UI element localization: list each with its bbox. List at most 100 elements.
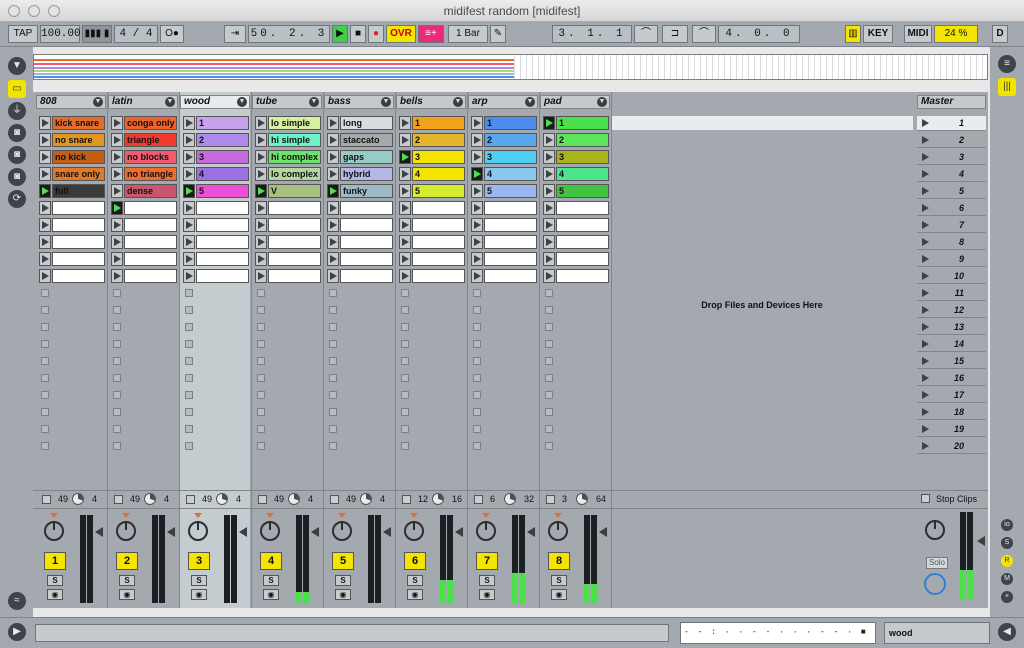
clip-stop-button[interactable] bbox=[401, 289, 409, 297]
pan-knob[interactable] bbox=[116, 521, 136, 541]
loop-switch-icon[interactable]: ⊐ bbox=[662, 25, 688, 43]
clip[interactable]: 5 bbox=[412, 184, 465, 198]
clip-stop-button[interactable] bbox=[185, 408, 193, 416]
track-activator-checkbox[interactable] bbox=[402, 495, 411, 504]
crossfader-toggle-icon[interactable]: × bbox=[1001, 591, 1013, 603]
clip-slot[interactable]: 1 bbox=[183, 116, 249, 130]
empty-clip-slot[interactable] bbox=[196, 235, 249, 249]
empty-clip-slot[interactable] bbox=[484, 269, 537, 283]
empty-clip-slot[interactable] bbox=[340, 269, 393, 283]
clip-slot[interactable] bbox=[543, 269, 609, 283]
clip-launch-button[interactable] bbox=[471, 150, 483, 164]
clip-stop-button[interactable] bbox=[473, 340, 481, 348]
clip-stop-button[interactable] bbox=[257, 340, 265, 348]
solo-button[interactable]: S bbox=[479, 575, 495, 586]
clip[interactable]: full bbox=[52, 184, 105, 198]
empty-clip-slot[interactable] bbox=[412, 269, 465, 283]
clip[interactable]: dense bbox=[124, 184, 177, 198]
volume-fader[interactable] bbox=[599, 527, 607, 537]
send-value[interactable]: 49 bbox=[346, 494, 356, 504]
clip-stop-button[interactable] bbox=[545, 306, 553, 314]
master-solo-button[interactable]: Solo bbox=[926, 557, 948, 569]
clip-stop-button[interactable] bbox=[257, 425, 265, 433]
track-activator-button[interactable]: 2 bbox=[116, 552, 138, 570]
clip-slot[interactable] bbox=[39, 252, 105, 266]
track-menu-chevron-icon[interactable]: ▼ bbox=[165, 97, 175, 107]
sends-toggle-icon[interactable]: S bbox=[1001, 537, 1013, 549]
clip[interactable]: 1 bbox=[484, 116, 537, 130]
stop-button[interactable]: ■ bbox=[350, 25, 366, 43]
clip-launch-button[interactable] bbox=[327, 201, 339, 215]
clip-stop-button[interactable] bbox=[41, 442, 49, 450]
clip[interactable]: kick snare bbox=[52, 116, 105, 130]
send-knob[interactable] bbox=[72, 493, 84, 505]
user-folder-icon[interactable]: ◙ bbox=[8, 168, 26, 186]
clip-launch-button[interactable] bbox=[183, 150, 195, 164]
track-title[interactable]: pad ▼ bbox=[540, 95, 610, 109]
clip-launch-button[interactable] bbox=[255, 235, 267, 249]
clip[interactable]: 4 bbox=[556, 167, 609, 181]
track-title[interactable]: tube ▼ bbox=[252, 95, 322, 109]
clip-slot[interactable]: 5 bbox=[543, 184, 609, 198]
clip-slot[interactable]: staccato bbox=[327, 133, 393, 147]
clip-launch-button[interactable] bbox=[111, 252, 123, 266]
clip-slot[interactable] bbox=[39, 269, 105, 283]
clip-launch-button[interactable] bbox=[543, 235, 555, 249]
clip-slot[interactable]: lo simple bbox=[255, 116, 321, 130]
clip-slot[interactable]: kick snare bbox=[39, 116, 105, 130]
clip-stop-button[interactable] bbox=[257, 357, 265, 365]
clip-stop-button[interactable] bbox=[113, 357, 121, 365]
loop-length-field[interactable]: 4. 0. 0 bbox=[718, 25, 800, 43]
clip-slot[interactable]: no snare bbox=[39, 133, 105, 147]
clip-stop-button[interactable] bbox=[41, 289, 49, 297]
clip-stop-button[interactable] bbox=[185, 289, 193, 297]
clip-launch-button[interactable] bbox=[183, 252, 195, 266]
clip[interactable]: no triangle bbox=[124, 167, 177, 181]
clip-launch-button[interactable] bbox=[327, 235, 339, 249]
clip[interactable]: 2 bbox=[196, 133, 249, 147]
send-value[interactable]: 49 bbox=[58, 494, 68, 504]
track-activator-button[interactable]: 1 bbox=[44, 552, 66, 570]
clip-launch-button[interactable] bbox=[111, 235, 123, 249]
clip-stop-button[interactable] bbox=[329, 289, 337, 297]
empty-clip-slot[interactable] bbox=[268, 218, 321, 232]
empty-clip-slot[interactable] bbox=[556, 218, 609, 232]
volume-fader[interactable] bbox=[311, 527, 319, 537]
play-button[interactable]: ▶ bbox=[332, 25, 348, 43]
clip-launch-button[interactable] bbox=[39, 167, 51, 181]
track-menu-chevron-icon[interactable]: ▼ bbox=[453, 97, 463, 107]
empty-clip-slot[interactable] bbox=[340, 201, 393, 215]
clip-slot[interactable] bbox=[399, 252, 465, 266]
send-value[interactable]: 12 bbox=[418, 494, 428, 504]
clip-stop-button[interactable] bbox=[473, 374, 481, 382]
solo-button[interactable]: S bbox=[191, 575, 207, 586]
clip[interactable]: 5 bbox=[196, 184, 249, 198]
empty-clip-slot[interactable] bbox=[124, 201, 177, 215]
clip-launch-button[interactable] bbox=[399, 116, 411, 130]
empty-clip-slot[interactable] bbox=[196, 218, 249, 232]
clip-slot[interactable] bbox=[327, 269, 393, 283]
clip-stop-button[interactable] bbox=[401, 425, 409, 433]
clip-stop-button[interactable] bbox=[545, 408, 553, 416]
record-arm-icon[interactable]: ◉ bbox=[551, 589, 567, 600]
track-title[interactable]: arp ▼ bbox=[468, 95, 538, 109]
song-position-field[interactable]: 50. 2. 3 bbox=[248, 25, 330, 43]
library-icon[interactable]: ◙ bbox=[8, 146, 26, 164]
clip-slot[interactable] bbox=[111, 201, 177, 215]
track-activator-checkbox[interactable] bbox=[114, 495, 123, 504]
clip[interactable]: conga only bbox=[124, 116, 177, 130]
clip-launch-button[interactable] bbox=[183, 133, 195, 147]
track-activator-checkbox[interactable] bbox=[42, 495, 51, 504]
clip-stop-button[interactable] bbox=[545, 323, 553, 331]
arrangement-view-icon[interactable]: ≡ bbox=[998, 55, 1016, 73]
clip-stop-button[interactable] bbox=[545, 425, 553, 433]
pan-knob[interactable] bbox=[44, 521, 64, 541]
track-activator-button[interactable]: 3 bbox=[188, 552, 210, 570]
clip-stop-button[interactable] bbox=[257, 323, 265, 331]
clip-launch-button[interactable] bbox=[471, 235, 483, 249]
clip-stop-button[interactable] bbox=[401, 323, 409, 331]
clip-slot[interactable] bbox=[183, 235, 249, 249]
track-title[interactable]: bass ▼ bbox=[324, 95, 394, 109]
solo-button[interactable]: S bbox=[407, 575, 423, 586]
scene-launch[interactable]: 17 bbox=[917, 388, 986, 403]
